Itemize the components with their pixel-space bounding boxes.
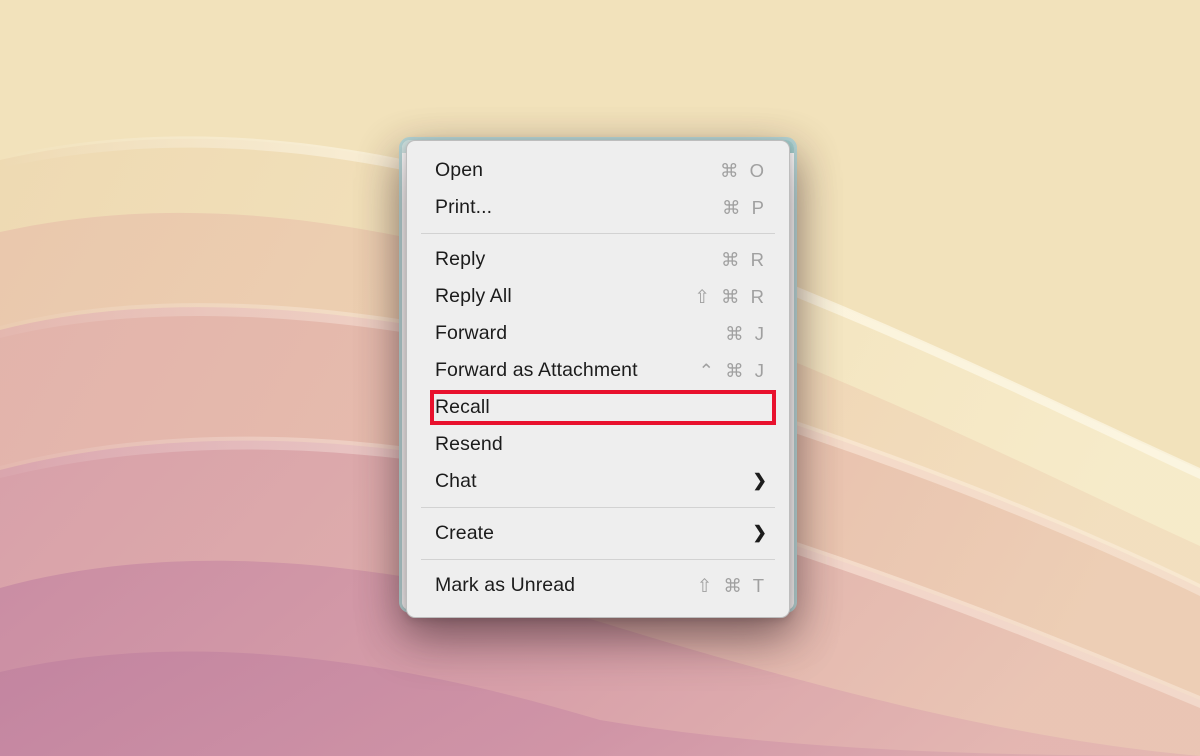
menu-item-shortcut: ⌘ J — [725, 322, 767, 344]
menu-item-label: Chat — [435, 470, 477, 492]
menu-item-label: Reply All — [435, 285, 512, 307]
menu-item-label: Forward as Attachment — [435, 359, 638, 381]
menu-separator — [421, 559, 775, 560]
menu-separator — [421, 507, 775, 508]
menu-item-label: Resend — [435, 433, 503, 455]
menu-item-open[interactable]: Open ⌘ O — [407, 152, 789, 189]
menu-item-label: Recall — [435, 396, 490, 418]
menu-item-shortcut: ⇧ ⌘ T — [696, 574, 767, 596]
menu-item-chat[interactable]: Chat ❯ — [407, 463, 789, 500]
menu-item-shortcut: ⌘ R — [721, 248, 767, 270]
menu-item-reply[interactable]: Reply ⌘ R — [407, 241, 789, 278]
menu-item-shortcut: ⌘ P — [722, 196, 767, 218]
chevron-right-icon: ❯ — [752, 471, 767, 490]
menu-item-print[interactable]: Print... ⌘ P — [407, 189, 789, 226]
menu-item-shortcut: ⌘ O — [719, 159, 767, 181]
menu-item-shortcut: ⌃ ⌘ J — [698, 359, 767, 381]
menu-item-reply-all[interactable]: Reply All ⇧ ⌘ R — [407, 278, 789, 315]
menu-separator — [421, 233, 775, 234]
menu-item-label: Create — [435, 522, 495, 544]
menu-item-label: Open — [435, 159, 484, 181]
menu-item-resend[interactable]: Resend — [407, 426, 789, 463]
chevron-right-icon: ❯ — [752, 523, 767, 542]
menu-item-shortcut: ⇧ ⌘ R — [694, 285, 767, 307]
menu-item-label: Reply — [435, 248, 486, 270]
menu-item-forward[interactable]: Forward ⌘ J — [407, 315, 789, 352]
menu-item-recall[interactable]: Recall — [407, 389, 789, 426]
menu-item-forward-as-attachment[interactable]: Forward as Attachment ⌃ ⌘ J — [407, 352, 789, 389]
context-menu[interactable]: Open ⌘ O Print... ⌘ P Reply ⌘ R Reply All ⇧ ⌘ R… — [406, 140, 790, 618]
menu-item-label: Mark as Unread — [435, 574, 576, 596]
menu-item-label: Forward — [435, 322, 508, 344]
menu-item-mark-as-unread[interactable]: Mark as Unread ⇧ ⌘ T — [407, 567, 789, 604]
menu-item-label: Print... — [435, 196, 493, 218]
desktop-wallpaper: a Open⌘ OPrint...⌘ PReply⌘ RReply All⇧ ⌘… — [0, 0, 1200, 756]
menu-item-create[interactable]: Create ❯ — [407, 515, 789, 552]
